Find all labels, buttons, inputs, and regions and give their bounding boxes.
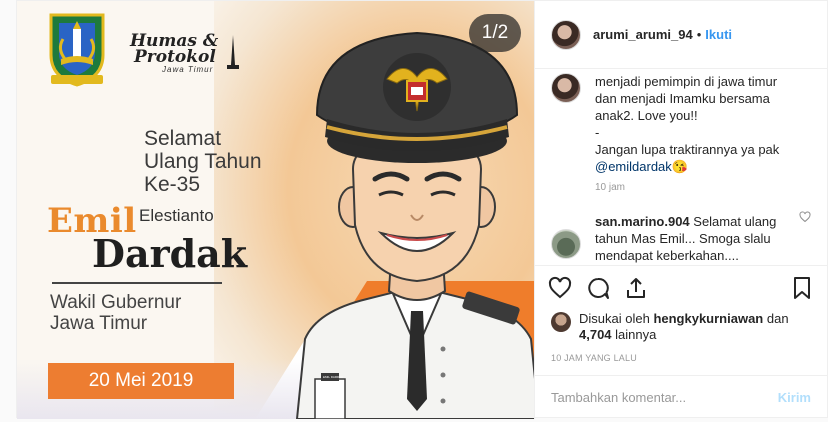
greeting-text: Selamat Ulang Tahun Ke-35: [144, 127, 262, 196]
comment-line: dan menjadi Imamku bersama: [595, 91, 770, 106]
likes-prefix: Disukai oleh: [579, 311, 654, 326]
role-text: Wakil Gubernur Jawa Timur: [50, 292, 181, 334]
comment-line: anak2. Love you!!: [595, 108, 698, 123]
separator-dot: •: [696, 27, 702, 42]
comment-line: tahun Mas Emil... Smoga slalu: [595, 231, 771, 246]
role-line: Jawa Timur: [50, 313, 148, 334]
slide-counter: 1/2: [469, 14, 521, 52]
action-bar: [535, 265, 827, 309]
post-comment-button[interactable]: Kirim: [778, 390, 811, 405]
author-username[interactable]: arumi_arumi_94: [593, 27, 693, 42]
comment-line: -: [595, 125, 600, 140]
monument-icon: [227, 35, 239, 69]
comment-text: menjadi pemimpin di jawa timur dan menja…: [595, 73, 779, 175]
greeting-line: Ulang Tahun: [144, 150, 262, 173]
liker-username[interactable]: hengkykurniawan: [653, 311, 763, 326]
emoji: 😘: [671, 159, 688, 174]
comment-input[interactable]: [551, 390, 778, 405]
divider: [52, 282, 222, 284]
comment-line: san.marino.904 Selamat ulang: [595, 213, 776, 230]
comment-composer: Kirim: [535, 375, 827, 419]
avatar[interactable]: [551, 229, 581, 259]
likes-text: Disukai oleh hengkykurniawan dan 4,704 la…: [579, 311, 789, 343]
caricature-illustration: EMIL DARDAK: [295, 31, 534, 419]
comment-text: san.marino.904 Selamat ulang tahun Mas E…: [595, 213, 776, 264]
heart-icon[interactable]: [548, 276, 572, 300]
comment-time[interactable]: 10 jam: [595, 182, 811, 193]
comment-line: @emildardak😘: [595, 158, 779, 175]
comment-item: san.marino.904 Selamat ulang tahun Mas E…: [551, 213, 811, 264]
avatar[interactable]: [551, 73, 581, 103]
name-badge: EMIL DARDAK: [323, 375, 343, 379]
comment-username[interactable]: san.marino.904: [595, 214, 690, 229]
post-container: Humas & Protokol Jawa Timur Selamat Ulan…: [16, 0, 828, 419]
role-line: Wakil Gubernur: [50, 292, 182, 313]
likes-count[interactable]: 4,704: [579, 327, 612, 342]
greeting-line: Ke-35: [144, 173, 201, 196]
humas-logo: Humas & Protokol Jawa Timur: [130, 33, 240, 85]
likes-suffix: lainnya: [611, 327, 657, 342]
date-banner: 20 Mei 2019: [48, 363, 234, 399]
comment-line: mendapat keberkahan....: [595, 248, 739, 263]
share-icon[interactable]: [624, 276, 648, 300]
comment-item: menjadi pemimpin di jawa timur dan menja…: [551, 73, 811, 175]
comments-list[interactable]: menjadi pemimpin di jawa timur dan menja…: [535, 69, 827, 265]
comment-line: Jangan lupa traktirannya ya pak: [595, 142, 780, 157]
avatar[interactable]: [551, 312, 571, 332]
post-header: arumi_arumi_94 • Ikuti: [535, 1, 827, 69]
like-comment-icon[interactable]: [799, 211, 811, 223]
avatar[interactable]: [551, 19, 581, 50]
humas-subtitle: Protokol: [134, 47, 216, 67]
comment-icon[interactable]: [586, 276, 610, 300]
comment-line: menjadi pemimpin di jawa timur: [595, 74, 778, 89]
follow-button[interactable]: Ikuti: [705, 27, 732, 42]
bookmark-icon[interactable]: [790, 276, 814, 300]
post-image[interactable]: Humas & Protokol Jawa Timur Selamat Ulan…: [17, 1, 534, 419]
post-sidebar: arumi_arumi_94 • Ikuti menjadi pemimpin …: [534, 1, 827, 419]
jatim-emblem-icon: [49, 13, 105, 87]
post-timestamp[interactable]: 10 JAM YANG LALU: [535, 349, 827, 375]
comment-text-part: Selamat ulang: [689, 214, 777, 229]
mention-link[interactable]: @emildardak: [595, 159, 672, 174]
name-last: Dardak: [92, 231, 248, 276]
likes-summary: Disukai oleh hengkykurniawan dan 4,704 la…: [535, 309, 827, 349]
likes-middle: dan: [763, 311, 789, 326]
greeting-line: Selamat: [144, 127, 222, 150]
name-middle: Elestianto: [139, 206, 214, 225]
